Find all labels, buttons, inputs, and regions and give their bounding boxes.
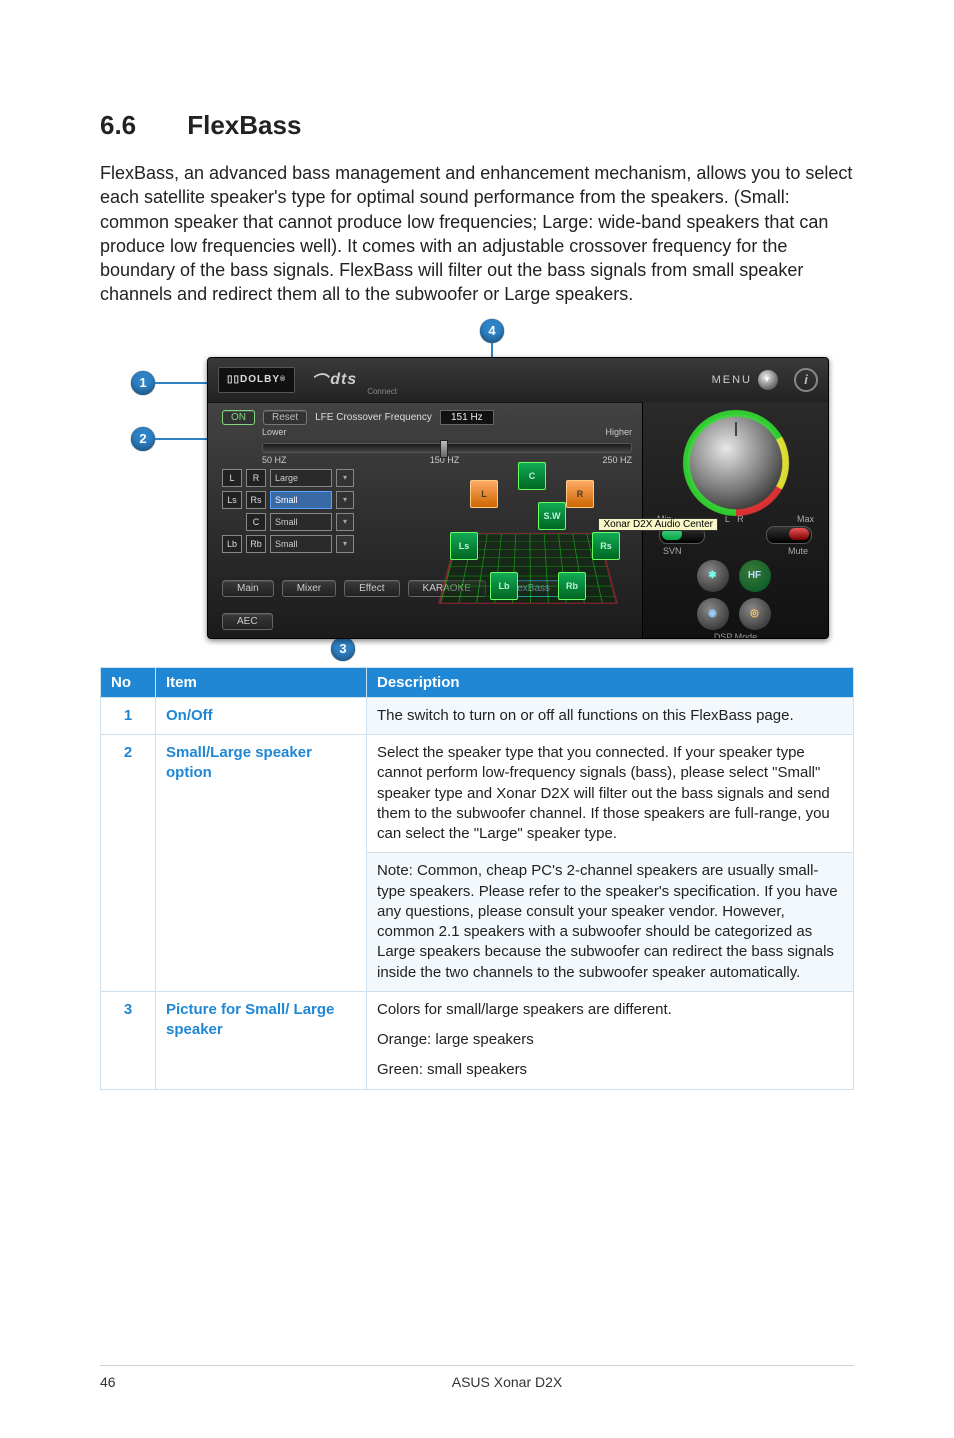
info-icon[interactable]: i <box>794 368 818 392</box>
dsp-mode-label: DSP Mode <box>653 632 818 639</box>
speaker-lr-size[interactable]: Large <box>270 469 332 487</box>
table-row: 1 On/Off The switch to turn on or off al… <box>101 697 854 734</box>
callout-3: 3 <box>331 637 355 661</box>
description-table: No Item Description 1 On/Off The switch … <box>100 667 854 1090</box>
lfe-slider[interactable] <box>262 443 632 453</box>
intro-paragraph: FlexBass, an advanced bass management an… <box>100 161 854 307</box>
page-number: 46 <box>100 1374 160 1390</box>
stage-speaker-Ls: Ls <box>450 532 478 560</box>
on-off-toggle[interactable]: ON <box>222 410 255 425</box>
cell-note: Note: Common, cheap PC's 2-channel speak… <box>367 853 854 992</box>
lfe-crossover-label: LFE Crossover Frequency <box>315 412 432 423</box>
mute-switch[interactable] <box>766 526 812 544</box>
chevron-down-icon[interactable]: ▾ <box>758 370 778 390</box>
speaker-Rb: Rb <box>246 535 266 553</box>
lfe-row: ON Reset LFE Crossover Frequency 151 Hz <box>222 410 632 425</box>
chevron-down-icon[interactable]: ▾ <box>336 513 354 531</box>
stage-speaker-R: R <box>566 480 594 508</box>
hf-text: HF <box>748 570 761 581</box>
tab-main[interactable]: Main <box>222 580 274 597</box>
speaker-lsrs-size[interactable]: Small <box>270 491 332 509</box>
cell-item: Small/Large speaker option <box>156 735 367 992</box>
menu-button[interactable]: MENU ▾ <box>712 370 778 390</box>
cell-desc: Select the speaker type that you connect… <box>367 735 854 853</box>
dsp-icon-4[interactable]: ◎ <box>739 598 771 630</box>
cell-no: 2 <box>101 735 156 992</box>
screenshot-area: 4 1 2 3 ▯▯ DOLBY® ⌒dts Connect <box>117 327 837 657</box>
app-window: ▯▯ DOLBY® ⌒dts Connect MENU ▾ i ON Reset… <box>207 357 829 639</box>
dsp-icon-hf[interactable]: HF <box>739 560 771 592</box>
speaker-L: L <box>222 469 242 487</box>
dsp-icon-3[interactable]: ◉ <box>697 598 729 630</box>
speaker-c-size[interactable]: Small <box>270 513 332 531</box>
app-topbar: ▯▯ DOLBY® ⌒dts Connect MENU ▾ i <box>208 358 828 403</box>
cell-desc: Colors for small/large speakers are diff… <box>367 991 854 1089</box>
tab-effect[interactable]: Effect <box>344 580 399 597</box>
dts-logo: ⌒dts <box>303 368 365 392</box>
stage-speaker-Lb: Lb <box>490 572 518 600</box>
callout-1: 1 <box>131 371 155 395</box>
slider-thumb[interactable] <box>440 440 448 458</box>
th-description: Description <box>367 667 854 697</box>
section-number: 6.6 <box>100 110 180 141</box>
cell-item: Picture for Small/ Large speaker <box>156 991 367 1089</box>
reset-button[interactable]: Reset <box>263 410 307 425</box>
chevron-down-icon[interactable]: ▾ <box>336 491 354 509</box>
speaker-R: R <box>246 469 266 487</box>
volume-dial[interactable] <box>687 414 785 512</box>
chevron-down-icon[interactable]: ▾ <box>336 469 354 487</box>
dts-text: dts <box>330 371 357 389</box>
page-footer: 46 ASUS Xonar D2X <box>100 1365 854 1390</box>
section-heading: 6.6 FlexBass <box>100 110 854 141</box>
app-body: ON Reset LFE Crossover Frequency 151 Hz … <box>208 402 828 638</box>
th-no: No <box>101 667 156 697</box>
slider-tick-50: 50 HZ <box>262 455 287 465</box>
table-row: 2 Small/Large speaker option Select the … <box>101 735 854 853</box>
stage-speaker-Rs: Rs <box>592 532 620 560</box>
slider-lower-label: Lower <box>262 427 287 437</box>
dts-subtext: Connect <box>367 387 397 402</box>
svn-label: SVN <box>663 546 682 556</box>
desc-line: Orange: large speakers <box>377 1030 843 1050</box>
dial-max: Max <box>797 514 814 524</box>
slider-tick-250: 250 HZ <box>602 455 632 465</box>
speaker-lbrb-size[interactable]: Small <box>270 535 332 553</box>
callout-2: 2 <box>131 427 155 451</box>
speaker-Ls: Ls <box>222 491 242 509</box>
speaker-Lb: Lb <box>222 535 242 553</box>
callout-4: 4 <box>480 319 504 343</box>
speaker-Rs: Rs <box>246 491 266 509</box>
dsp-icon-1[interactable]: ✱ <box>697 560 729 592</box>
speaker-row-c: C Small ▾ <box>222 513 632 531</box>
cell-item: On/Off <box>156 697 367 734</box>
stage-speaker-C: C <box>518 462 546 490</box>
chevron-down-icon[interactable]: ▾ <box>336 535 354 553</box>
stage-speaker-SW: S.W <box>538 502 566 530</box>
desc-line: Colors for small/large speakers are diff… <box>377 1000 843 1020</box>
tab-mixer[interactable]: Mixer <box>282 580 336 597</box>
stage-speaker-L: L <box>470 480 498 508</box>
stage-speaker-Rb: Rb <box>558 572 586 600</box>
mute-label: Mute <box>788 546 808 556</box>
slider-higher-label: Higher <box>605 427 632 437</box>
dolby-logo: ▯▯ DOLBY® <box>218 367 295 393</box>
lfe-crossover-value: 151 Hz <box>440 410 494 425</box>
dolby-text: DOLBY <box>240 374 280 385</box>
cell-desc: The switch to turn on or off all functio… <box>367 697 854 734</box>
tooltip: Xonar D2X Audio Center <box>598 518 718 531</box>
product-name: ASUS Xonar D2X <box>160 1374 854 1390</box>
dsp-icons: ✱ HF ◉ ◎ <box>653 560 818 630</box>
cell-no: 3 <box>101 991 156 1089</box>
speaker-C: C <box>246 513 266 531</box>
section-title: FlexBass <box>187 110 301 140</box>
page: 6.6 FlexBass FlexBass, an advanced bass … <box>0 0 954 1438</box>
tab-aec[interactable]: AEC <box>222 613 273 630</box>
th-item: Item <box>156 667 367 697</box>
table-row: 3 Picture for Small/ Large speaker Color… <box>101 991 854 1089</box>
cell-no: 1 <box>101 697 156 734</box>
desc-line: Green: small speakers <box>377 1060 843 1080</box>
menu-label: MENU <box>712 374 752 386</box>
